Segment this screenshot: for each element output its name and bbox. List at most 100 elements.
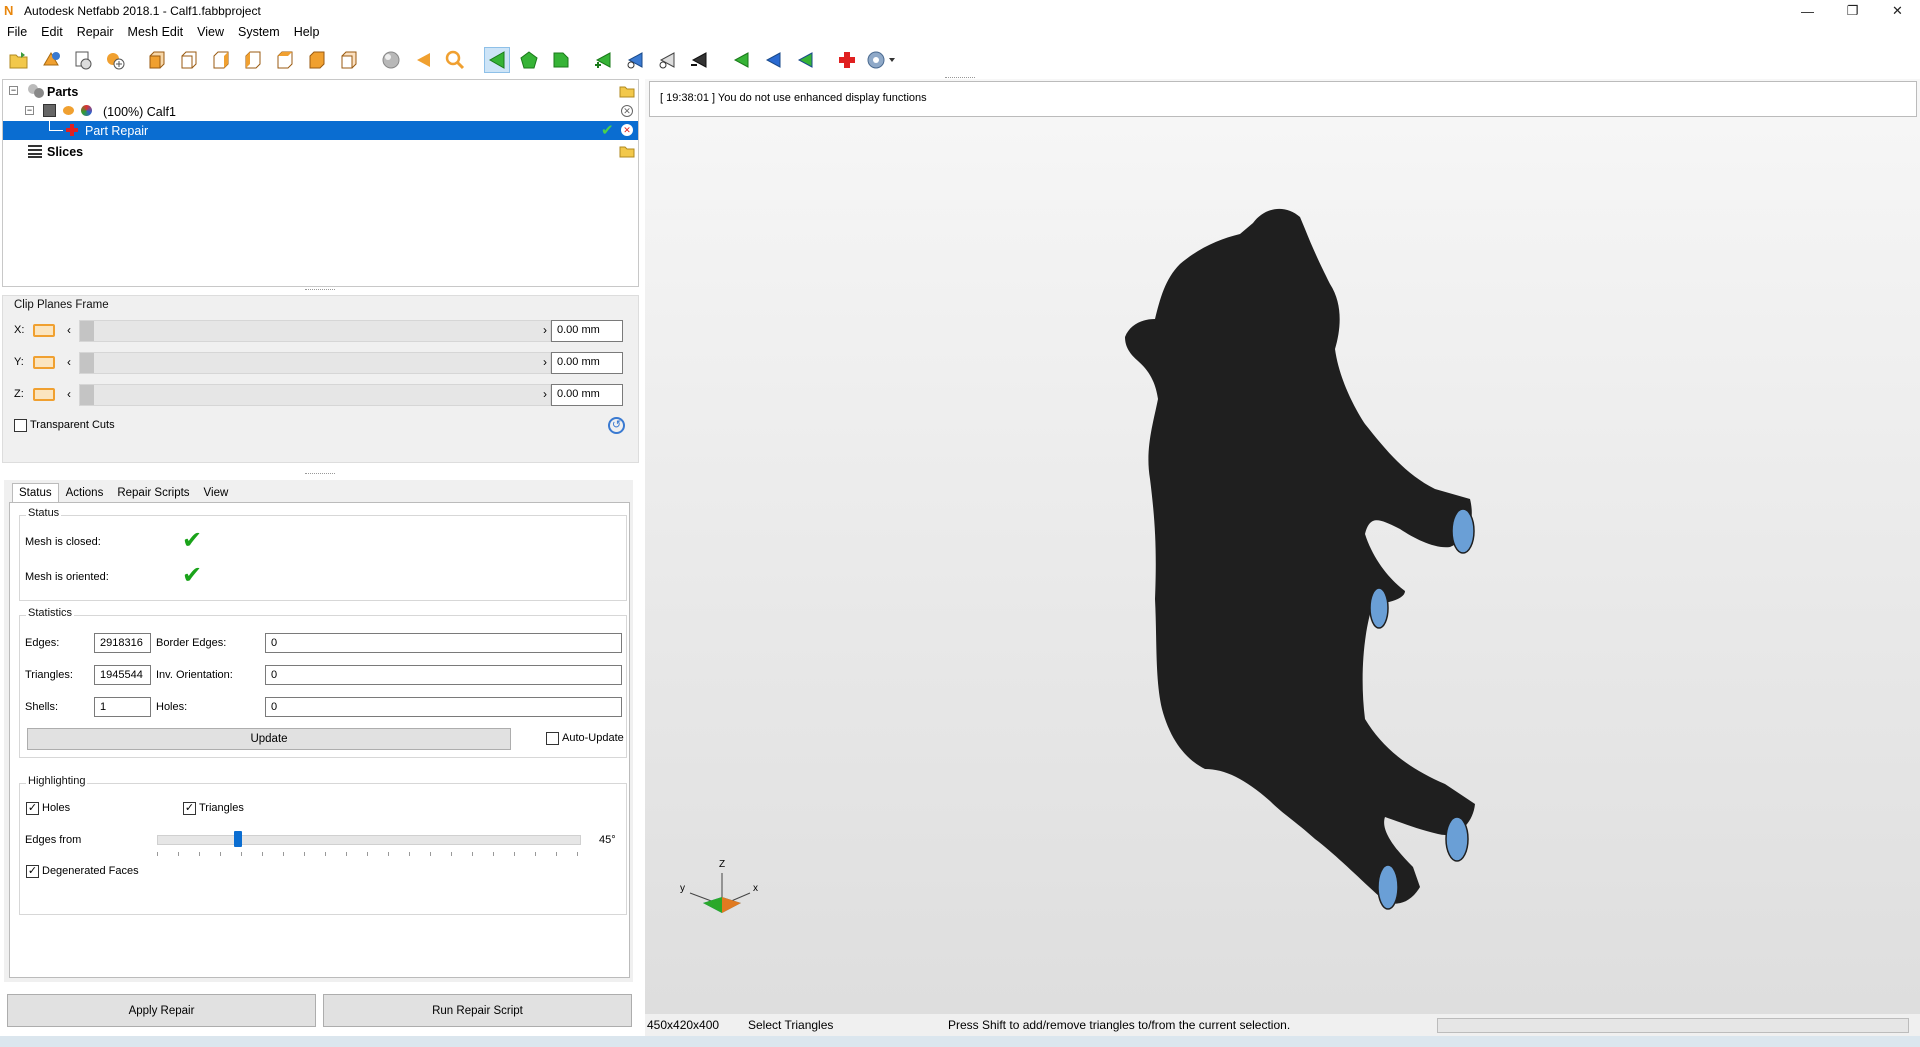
- tree-part-label: (100%) Calf1: [103, 104, 176, 119]
- select-triangles-icon[interactable]: [484, 47, 510, 73]
- select-surface-icon[interactable]: [516, 47, 542, 73]
- clip-y-value[interactable]: 0.00 mm: [551, 352, 623, 374]
- minimize-button[interactable]: —: [1785, 0, 1830, 22]
- clip-x-slider[interactable]: [79, 320, 551, 342]
- view-front-icon[interactable]: [144, 47, 170, 73]
- panel-splitter[interactable]: [2, 472, 639, 478]
- border-edges-field[interactable]: 0: [265, 633, 622, 653]
- triangle-mixed-icon[interactable]: [792, 47, 818, 73]
- transparent-cuts-checkbox[interactable]: [14, 419, 27, 432]
- clip-z-value[interactable]: 0.00 mm: [551, 384, 623, 406]
- menu-view[interactable]: View: [190, 25, 231, 39]
- inv-orientation-field[interactable]: 0: [265, 665, 622, 685]
- update-button[interactable]: Update: [27, 728, 511, 750]
- tree-row-part-repair[interactable]: Part Repair ✔ ✕: [3, 121, 638, 140]
- clip-x-right-arrow[interactable]: ›: [543, 323, 547, 337]
- edges-from-slider[interactable]: [157, 835, 581, 845]
- restore-button[interactable]: ❐: [1830, 0, 1875, 22]
- calf-model[interactable]: [645, 79, 1920, 1014]
- clip-z-slider-thumb[interactable]: [80, 385, 94, 405]
- tree-row-parts[interactable]: − Parts: [3, 82, 638, 101]
- holes-checkbox[interactable]: ✓: [26, 802, 39, 815]
- apply-repair-button[interactable]: Apply Repair: [7, 994, 316, 1027]
- clip-y-left-arrow[interactable]: ‹: [67, 355, 71, 369]
- view-right-icon[interactable]: [240, 47, 266, 73]
- clip-x-left-arrow[interactable]: ‹: [67, 323, 71, 337]
- tab-repair-scripts[interactable]: Repair Scripts: [110, 483, 196, 503]
- tree-row-part[interactable]: − (100%) Calf1 ✕: [3, 102, 638, 121]
- zoom-icon[interactable]: [442, 47, 468, 73]
- select-add-icon[interactable]: [590, 47, 616, 73]
- menu-repair[interactable]: Repair: [70, 25, 121, 39]
- clip-y-slider-thumb[interactable]: [80, 353, 94, 373]
- menu-help[interactable]: Help: [287, 25, 327, 39]
- shading-sphere-icon[interactable]: [378, 47, 404, 73]
- clip-z-toggle[interactable]: [33, 388, 55, 401]
- auto-update-checkbox[interactable]: [546, 732, 559, 745]
- view-iso-icon[interactable]: [336, 47, 362, 73]
- part-settings-icon[interactable]: [70, 47, 96, 73]
- hoof-front-right: [1451, 508, 1475, 554]
- clip-z-left-arrow[interactable]: ‹: [67, 387, 71, 401]
- tab-view[interactable]: View: [197, 483, 236, 503]
- extras-dropdown-icon[interactable]: [866, 47, 898, 73]
- open-project-icon[interactable]: [6, 47, 32, 73]
- holes-field[interactable]: 0: [265, 697, 622, 717]
- clip-x-toggle[interactable]: [33, 324, 55, 337]
- part-visibility-icon[interactable]: [63, 106, 74, 115]
- view-top-icon[interactable]: [272, 47, 298, 73]
- close-button[interactable]: ✕: [1875, 0, 1920, 22]
- clip-z-label: Z:: [14, 388, 24, 400]
- remove-part-icon[interactable]: ✕: [621, 105, 633, 117]
- calf-silhouette: [1125, 208, 1475, 904]
- select-invert-icon[interactable]: [622, 47, 648, 73]
- clip-x-value[interactable]: 0.00 mm: [551, 320, 623, 342]
- add-part-icon[interactable]: [38, 47, 64, 73]
- status-hint: Press Shift to add/remove triangles to/f…: [948, 1018, 1291, 1032]
- menu-system[interactable]: System: [231, 25, 287, 39]
- clip-y-slider[interactable]: [79, 352, 551, 374]
- triangles-checkbox[interactable]: ✓: [183, 802, 196, 815]
- collapse-icon[interactable]: −: [9, 86, 18, 95]
- menu-mesh-edit[interactable]: Mesh Edit: [121, 25, 191, 39]
- view-bottom-icon[interactable]: [304, 47, 330, 73]
- tab-actions[interactable]: Actions: [59, 483, 111, 503]
- edges-field[interactable]: 2918316: [94, 633, 151, 653]
- menu-file[interactable]: File: [0, 25, 34, 39]
- collapse-icon[interactable]: −: [25, 106, 34, 115]
- clip-y-right-arrow[interactable]: ›: [543, 355, 547, 369]
- tab-status[interactable]: Status: [12, 483, 59, 503]
- apply-check-icon[interactable]: ✔: [601, 121, 614, 139]
- reset-clip-icon[interactable]: ↺: [608, 417, 625, 434]
- tree-row-slices[interactable]: Slices: [3, 142, 638, 161]
- clip-y-toggle[interactable]: [33, 356, 55, 369]
- status-bar: 450x420x400 Select Triangles Press Shift…: [645, 1014, 1920, 1036]
- triangle-green-icon[interactable]: [728, 47, 754, 73]
- border-edges-label: Border Edges:: [156, 637, 227, 649]
- parts-folder-icon[interactable]: [619, 84, 635, 101]
- slices-folder-icon[interactable]: [619, 144, 635, 161]
- select-remove-icon[interactable]: [686, 47, 712, 73]
- edges-from-slider-thumb[interactable]: [233, 831, 242, 847]
- triangle-blue-icon[interactable]: [760, 47, 786, 73]
- 3d-viewport[interactable]: [ 19:38:01 ] You do not use enhanced dis…: [645, 77, 1920, 1014]
- clip-z-right-arrow[interactable]: ›: [543, 387, 547, 401]
- status-mode: Select Triangles: [748, 1018, 834, 1032]
- repair-cross-icon[interactable]: [834, 47, 860, 73]
- shells-field[interactable]: 1: [94, 697, 151, 717]
- part-color-icon[interactable]: [81, 105, 92, 116]
- previous-view-icon[interactable]: [410, 47, 436, 73]
- select-shell-icon[interactable]: [548, 47, 574, 73]
- run-repair-script-button[interactable]: Run Repair Script: [323, 994, 632, 1027]
- view-back-icon[interactable]: [176, 47, 202, 73]
- menu-edit[interactable]: Edit: [34, 25, 70, 39]
- degenerated-faces-checkbox[interactable]: ✓: [26, 865, 39, 878]
- add-analysis-icon[interactable]: [102, 47, 128, 73]
- cancel-repair-icon[interactable]: ✕: [621, 124, 633, 136]
- triangles-field[interactable]: 1945544: [94, 665, 151, 685]
- clip-x-slider-thumb[interactable]: [80, 321, 94, 341]
- select-clear-icon[interactable]: [654, 47, 680, 73]
- clip-z-slider[interactable]: [79, 384, 551, 406]
- view-left-icon[interactable]: [208, 47, 234, 73]
- panel-splitter[interactable]: [2, 288, 639, 294]
